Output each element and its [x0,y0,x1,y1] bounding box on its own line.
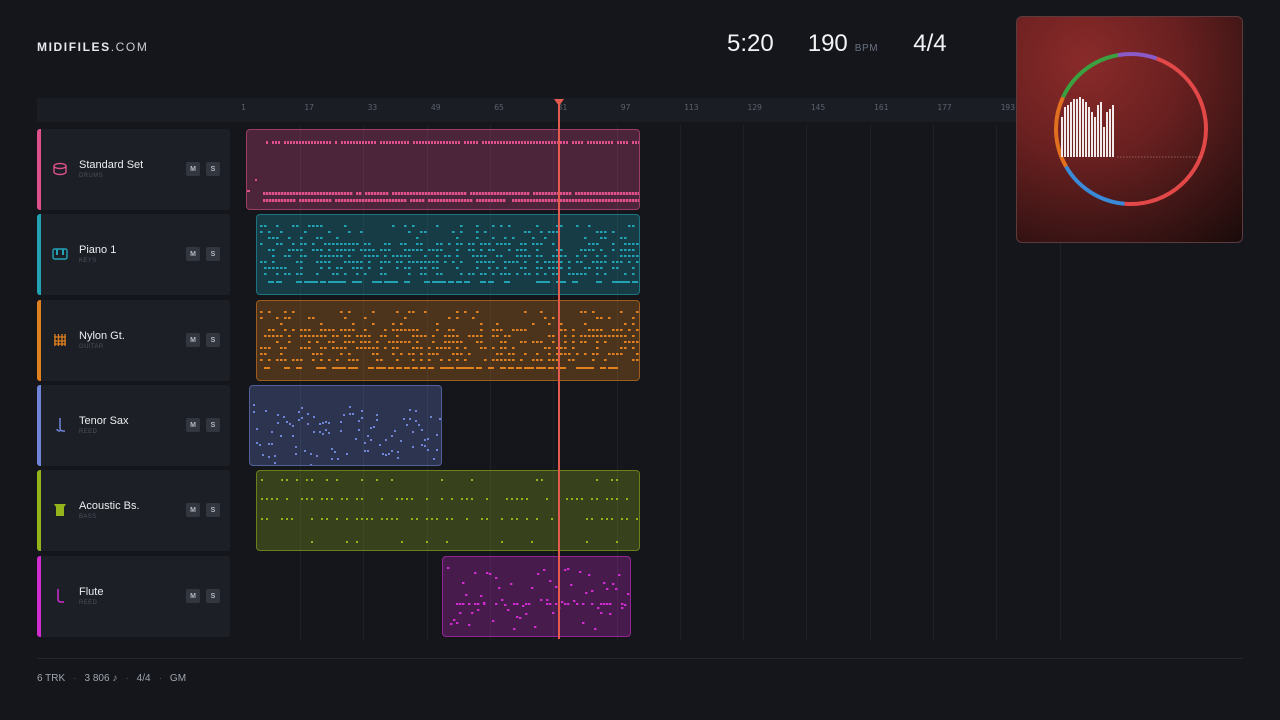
grid-line [869,124,871,640]
audio-visualizer [1016,16,1243,243]
track-header-acoustic-bs-[interactable]: Acoustic Bs. BASS M S [37,470,230,551]
track-header-tenor-sax[interactable]: Tenor Sax REED M S [37,385,230,466]
track-color-stripe [37,214,41,295]
note-pattern [447,567,630,630]
grid-line [806,124,808,640]
note-count: 3 806 ♪ [84,673,118,684]
ruler-tick: 193 [1000,103,1016,112]
tempo-value: 190 [807,30,848,57]
track-color-stripe [37,556,41,637]
solo-button[interactable]: S [206,589,220,603]
track-category: KEYS [79,258,97,264]
brand-name-bold: MIDIFILES [37,40,111,54]
track-category: DRUMS [79,173,103,179]
visualizer-graphic [1054,52,1208,206]
clip-standard-set[interactable] [246,129,640,210]
status-bar: 6 TRK · 3 806 ♪ · 4/4 · GM [37,673,186,684]
grid-line [743,124,745,640]
separator: · [158,673,162,684]
ruler-tick: 33 [367,103,378,112]
mute-button[interactable]: M [186,333,200,347]
solo-button[interactable]: S [206,418,220,432]
mute-button[interactable]: M [186,503,200,517]
track-color-stripe [37,470,41,551]
track-name: Piano 1 [79,244,117,256]
clip-piano-1[interactable] [256,214,640,295]
brand-logo: MIDIFILES.COM [37,40,148,54]
grid-line [933,124,934,640]
track-header-standard-set[interactable]: Standard Set DRUMS M S [37,129,230,210]
ruler-tick: 65 [494,103,504,112]
ruler-tick: 145 [810,103,826,112]
solo-button[interactable]: S [206,503,220,517]
mute-button[interactable]: M [186,162,200,176]
piano-icon [52,246,68,262]
track-name: Flute [79,586,104,598]
grid-line [679,124,681,640]
clip-acoustic-bs-[interactable] [256,470,640,551]
clip-nylon-gt-[interactable] [256,300,640,381]
track-color-stripe [37,385,41,466]
track-count: 6 TRK [37,673,66,684]
note-pattern [261,479,638,543]
track-color-stripe [37,129,41,210]
track-name: Standard Set [79,159,144,171]
grid-line [996,124,998,640]
track-header-piano-1[interactable]: Piano 1 KEYS M S [37,214,230,295]
clip-flute[interactable] [442,556,631,637]
bass-icon [52,502,68,518]
mute-button[interactable]: M [186,247,200,261]
ruler-tick: 129 [747,103,762,112]
tempo-unit: BPM [854,43,879,54]
separator: · [73,673,77,684]
footer-signature: 4/4 [136,673,151,684]
note-pattern [260,311,639,369]
ruler-tick: 97 [620,103,631,112]
ruler-tick: 177 [937,103,952,112]
track-color-stripe [37,300,41,381]
footer-divider [37,658,1243,659]
separator: · [125,673,129,684]
solo-button[interactable]: S [206,247,220,261]
playhead[interactable] [558,104,560,639]
guitar-icon [52,332,68,348]
time-signature: 4/4 [913,30,947,57]
midi-standard: GM [169,673,187,684]
ruler-tick: 161 [874,103,889,112]
solo-button[interactable]: S [206,162,220,176]
track-category: GUITAR [79,344,104,350]
mute-button[interactable]: M [186,589,200,603]
song-time: 5:20 [727,30,774,57]
track-name: Nylon Gt. [79,330,125,342]
ruler-tick: 113 [684,103,699,112]
track-category: REED [79,600,98,606]
brand-name-light: .COM [110,40,149,54]
drum-icon [52,161,68,177]
clip-tenor-sax[interactable] [249,385,442,466]
note-pattern [260,225,639,283]
ruler-tick: 49 [430,103,441,112]
solo-button[interactable]: S [206,333,220,347]
track-name: Tenor Sax [79,415,129,427]
track-category: REED [79,429,98,435]
track-header-flute[interactable]: Flute REED M S [37,556,230,637]
note-pattern [253,404,441,465]
ruler-tick: 1 [241,103,246,112]
track-category: BASS [79,514,97,520]
track-header-nylon-gt-[interactable]: Nylon Gt. GUITAR M S [37,300,230,381]
flute-icon [52,588,68,604]
sax-icon [52,417,68,433]
mute-button[interactable]: M [186,418,200,432]
note-pattern [247,141,639,202]
transport-display: 5:20 190 BPM 4/4 [727,30,947,58]
ruler-tick: 17 [304,103,314,112]
track-name: Acoustic Bs. [79,500,140,512]
